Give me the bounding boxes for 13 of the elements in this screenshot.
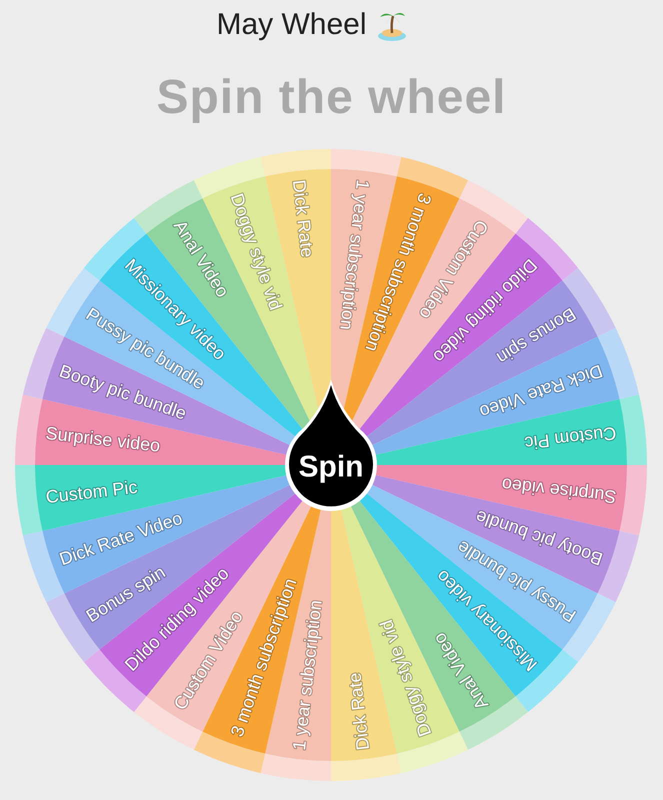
segment-label: Surprise video bbox=[500, 474, 618, 508]
segment-label: Custom Pic bbox=[524, 422, 618, 454]
segment-label: Dick Rate bbox=[344, 672, 374, 752]
page-heading: Spin the wheel bbox=[156, 70, 507, 125]
spin-button[interactable]: Spin bbox=[286, 379, 376, 510]
segment-label: Dick Rate Video bbox=[477, 360, 606, 422]
segment-label: Doggy style vid bbox=[376, 617, 436, 740]
segment-label: Dick Rate Video bbox=[56, 508, 185, 570]
segment-label: Surprise video bbox=[44, 422, 162, 456]
wheel-title: May Wheel bbox=[216, 8, 367, 42]
segment-label: Dick Rate bbox=[288, 178, 318, 258]
segment-label: Custom Pic bbox=[44, 476, 138, 508]
segment-label: Doggy style vid bbox=[226, 190, 286, 313]
